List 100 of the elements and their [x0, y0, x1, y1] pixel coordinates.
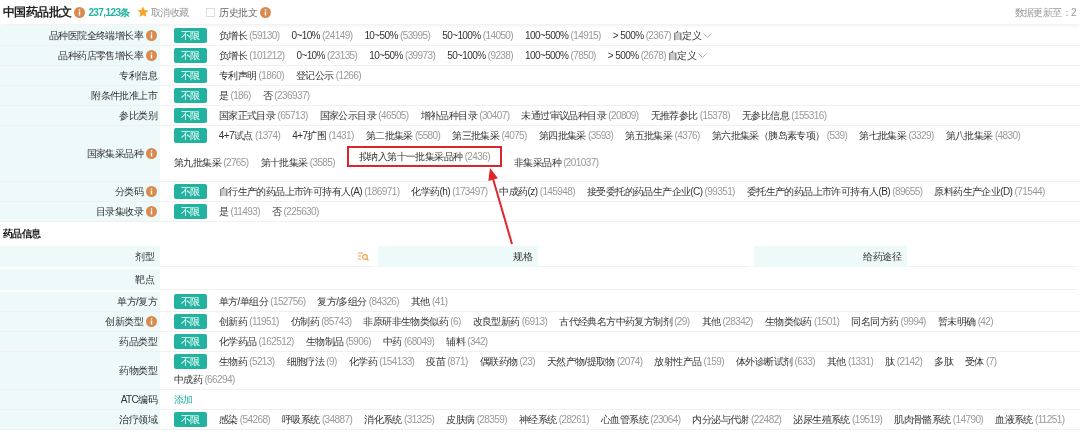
filter-option[interactable]: 否 (236937): [262, 88, 310, 103]
filter-option[interactable]: 其他 (1331): [826, 354, 874, 369]
filter-option[interactable]: 中药 (68049): [382, 334, 435, 349]
history-label: 历史批文: [219, 5, 257, 20]
filter-option[interactable]: 中成药 (66294): [174, 372, 235, 387]
filter-option[interactable]: 肌肉骨骼系统 (14790): [894, 412, 984, 427]
record-count: 237,123条: [88, 5, 130, 20]
filter-option[interactable]: 第四批集采 (3593): [538, 128, 614, 143]
history-checkbox[interactable]: [206, 7, 216, 17]
filter-option[interactable]: 4+7扩围 (1431): [292, 128, 354, 143]
filter-option[interactable]: 第三批集采 (4075): [452, 128, 527, 143]
filter-option[interactable]: 生物药 (5213): [218, 354, 275, 369]
filter-option[interactable]: 偶联药物 (23): [479, 354, 535, 369]
field-label: 规格: [513, 250, 532, 264]
filter-option[interactable]: 放射性产品 (159): [654, 354, 724, 369]
filter-option[interactable]: 呼吸系统 (34887): [282, 412, 353, 427]
filter-label: 附条件批准上市: [91, 89, 157, 103]
caret-icon: [703, 32, 713, 39]
custom-dropdown[interactable]: 自定义: [667, 48, 708, 63]
filter-option[interactable]: 仿制药 (85743): [290, 314, 352, 329]
filter-option[interactable]: 负增长 (101212): [218, 48, 285, 63]
filter-option[interactable]: 国家正式目录 (65713): [218, 108, 308, 123]
filter-option[interactable]: 受体 (7): [964, 354, 997, 369]
filter-option[interactable]: 50~100% (9238): [447, 48, 514, 63]
filter-option[interactable]: 无参比信息 (155316): [742, 108, 827, 123]
filter-option[interactable]: 创新药 (11951): [218, 314, 279, 329]
filter-option[interactable]: 单方/单组分 (152756): [218, 294, 306, 309]
filter-option[interactable]: 化学药 (154133): [348, 354, 415, 369]
filter-option[interactable]: 非集采品种 (201037): [513, 155, 599, 170]
filter-option[interactable]: 非原研非生物类似药 (6): [363, 314, 461, 329]
filter-option[interactable]: 消化系统 (31325): [364, 412, 435, 427]
filter-option[interactable]: 第七批集采 (3329): [859, 128, 934, 143]
filter-option[interactable]: 拟纳入第十一批集采品种 (2436): [347, 146, 502, 167]
filter-option[interactable]: 其他 (41): [411, 294, 448, 309]
filter-option[interactable]: 委托生产的药品上市许可持有人(B) (89655): [746, 184, 923, 199]
filter-option[interactable]: 100~500% (7850): [525, 48, 596, 63]
filter-option[interactable]: 登记公示 (1266): [295, 68, 362, 83]
filter-option[interactable]: 是 (11493): [218, 204, 260, 219]
filter-option[interactable]: 细胞疗法 (9): [286, 354, 337, 369]
filter-option[interactable]: 血液系统 (11251): [995, 412, 1065, 427]
filter-option[interactable]: 10~50% (53995): [364, 28, 431, 43]
filter-search-icon[interactable]: [358, 251, 369, 261]
filter-option[interactable]: 0~10% (23135): [296, 48, 358, 63]
filter-option[interactable]: 原料药生产企业(D) (71544): [934, 184, 1045, 199]
filter-option[interactable]: 皮肤病 (28359): [446, 412, 507, 427]
filter-option[interactable]: 古代经典名方中药复方制剂 (29): [559, 314, 690, 329]
filter-option[interactable]: 接受委托的药品生产企业(C) (99351): [586, 184, 735, 199]
filter-option[interactable]: 同名同方药 (9994): [851, 314, 926, 329]
filter-option[interactable]: 第十批集采 (3585): [260, 155, 336, 170]
filter-option[interactable]: 天然产物/提取物 (2074): [546, 354, 643, 369]
filter-option[interactable]: 化学药(h) (173497): [411, 184, 488, 199]
filter-option[interactable]: 生物类似药 (1501): [764, 314, 840, 329]
filter-option[interactable]: 内分泌与代谢 (22482): [692, 412, 782, 427]
field-label: 给药途径: [863, 250, 901, 264]
filter-option[interactable]: > 500% (2678): [607, 48, 666, 63]
filter-option[interactable]: 复方/多组分 (84326): [317, 294, 400, 309]
filter-label: 治疗领域: [119, 413, 157, 427]
filter-option[interactable]: 辅料 (342): [446, 334, 488, 349]
filter-option[interactable]: 50~100% (14050): [442, 28, 514, 43]
filter-option[interactable]: 10~50% (39973): [369, 48, 436, 63]
filter-option[interactable]: 神经系统 (28261): [518, 412, 589, 427]
filter-option[interactable]: 专利声明 (1860): [218, 68, 284, 83]
filter-label: ATC编码: [120, 393, 157, 407]
filter-option[interactable]: 心血管系统 (23064): [601, 412, 681, 427]
filter-option[interactable]: 泌尿生殖系统 (19519): [793, 412, 883, 427]
filter-option[interactable]: 自行生产的药品上市许可持有人(A) (186971): [218, 184, 400, 199]
filter-option[interactable]: 中成药(z) (145948): [499, 184, 575, 199]
filter-option[interactable]: 第二批集采 (5580): [365, 128, 441, 143]
filter-option[interactable]: 负增长 (59130): [218, 28, 280, 43]
star-icon[interactable]: [137, 7, 148, 17]
filter-option[interactable]: 化学药品 (162512): [218, 334, 294, 349]
filter-option[interactable]: 改良型新药 (6913): [472, 314, 548, 329]
filter-option[interactable]: 多肽: [934, 354, 953, 369]
filter-option[interactable]: 生物制品 (5906): [305, 334, 371, 349]
filter-option[interactable]: 0~10% (24149): [291, 28, 353, 43]
page-title: 中国药品批文: [3, 4, 72, 21]
filter-option[interactable]: 增补品种目录 (30407): [420, 108, 510, 123]
filter-option[interactable]: 否 (225630): [271, 204, 319, 219]
filter-option[interactable]: 肽 (2142): [885, 354, 923, 369]
filter-option[interactable]: 100~500% (14915): [525, 28, 601, 43]
filter-option[interactable]: 国家公示目录 (46505): [319, 108, 409, 123]
filter-option[interactable]: 疫苗 (871): [426, 354, 468, 369]
custom-dropdown[interactable]: 自定义: [672, 28, 713, 43]
filter-option[interactable]: > 500% (2367): [612, 28, 671, 43]
filter-option[interactable]: 体外诊断试剂 (633): [735, 354, 815, 369]
filter-option[interactable]: 4+7试点 (1374): [218, 128, 281, 143]
filter-option[interactable]: 是 (186): [218, 88, 251, 103]
filter-option[interactable]: 第五批集采 (4376): [625, 128, 700, 143]
filter-option[interactable]: 第六批集采（胰岛素专项） (539): [711, 128, 848, 143]
filter-option[interactable]: 第九批集采 (2765): [174, 155, 249, 170]
info-icon: [74, 6, 86, 18]
filter-option[interactable]: 其他 (28342): [701, 314, 753, 329]
filter-label: 单方/复方: [117, 295, 157, 309]
filter-label: 参比类别: [119, 109, 157, 123]
filter-option[interactable]: 感染 (54268): [218, 412, 271, 427]
filter-option[interactable]: 第八批集采 (4830): [945, 128, 1021, 143]
filter-label: 药物类型: [119, 364, 157, 378]
filter-option[interactable]: 未通过审议品种目录 (20809): [521, 108, 639, 123]
filter-option[interactable]: 暂未明确 (42): [937, 314, 994, 329]
filter-option[interactable]: 无推荐参比 (15378): [650, 108, 730, 123]
